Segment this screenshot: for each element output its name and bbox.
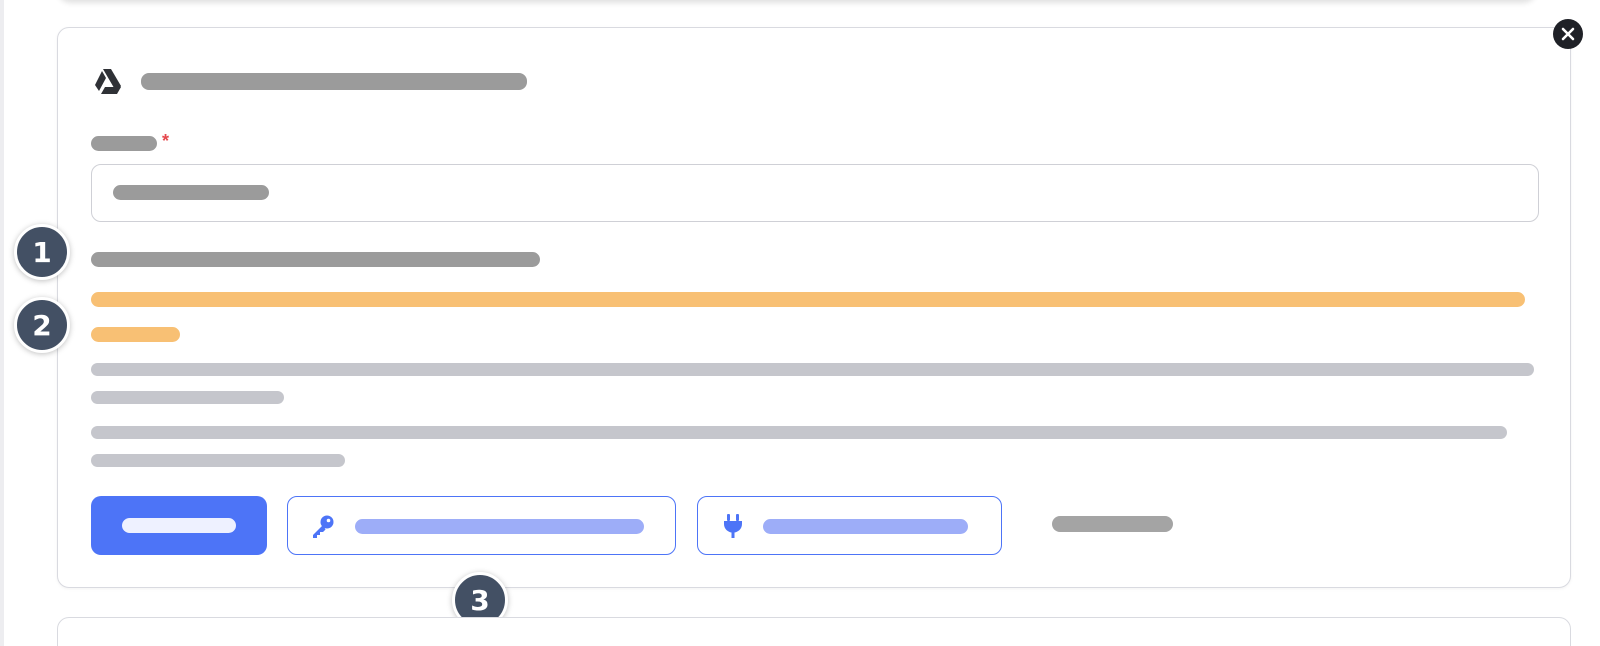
next-card <box>57 617 1571 646</box>
plug-icon <box>724 514 742 538</box>
cancel-link[interactable] <box>1052 516 1173 532</box>
test-connection-button-label <box>763 519 968 534</box>
field-label <box>91 136 157 151</box>
annotation-marker-2: 2 <box>14 297 70 353</box>
save-button[interactable] <box>91 496 267 555</box>
close-button[interactable] <box>1553 19 1583 49</box>
authenticate-button[interactable] <box>287 496 676 555</box>
save-button-label <box>122 518 236 533</box>
page: * 1 2 3 <box>0 0 1600 646</box>
warning-text-line-1 <box>91 292 1525 307</box>
test-connection-button[interactable] <box>697 496 1002 555</box>
annotation-marker-1: 1 <box>14 224 70 280</box>
close-icon <box>1561 27 1575 41</box>
authenticate-button-label <box>355 519 644 534</box>
google-drive-icon <box>95 69 121 94</box>
description-line-4 <box>91 454 345 467</box>
key-icon <box>313 515 334 538</box>
left-edge-strip <box>0 0 4 646</box>
name-input-value <box>113 185 269 200</box>
description-line-3 <box>91 426 1507 439</box>
warning-text-line-2 <box>91 327 180 342</box>
card-title <box>141 73 527 90</box>
description-line-1 <box>91 363 1534 376</box>
description-line-2 <box>91 391 284 404</box>
section-heading <box>91 252 540 267</box>
name-input[interactable] <box>91 164 1539 222</box>
required-indicator: * <box>162 131 170 151</box>
